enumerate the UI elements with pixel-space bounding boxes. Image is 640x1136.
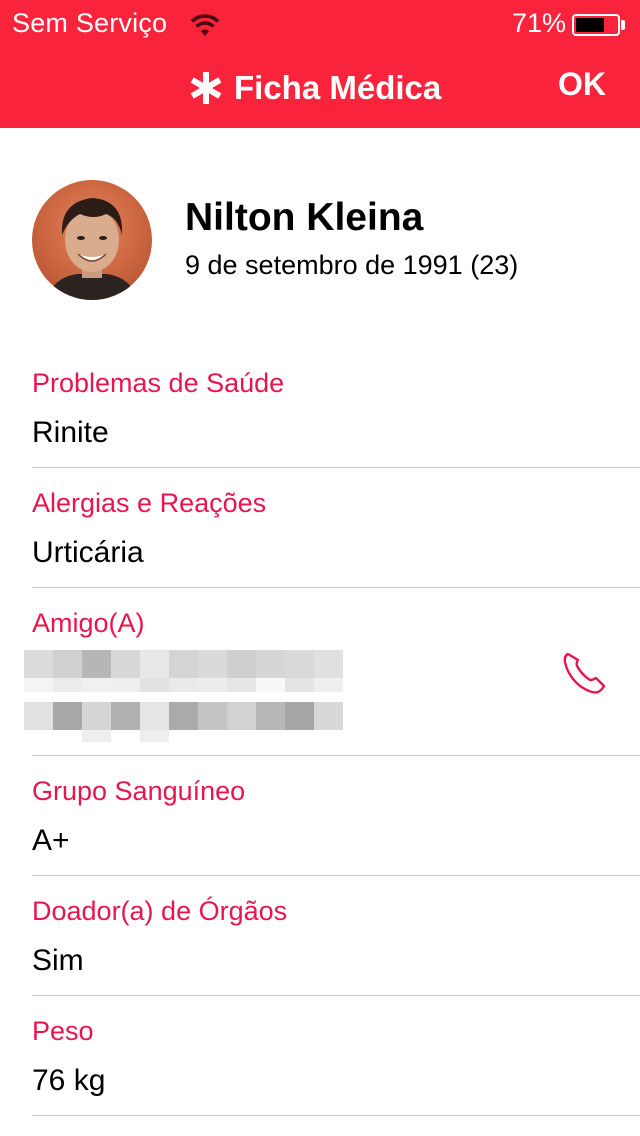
- battery-percent: 71%: [512, 8, 567, 38]
- field-value: A+: [32, 824, 70, 857]
- field-value: Sim: [32, 944, 84, 977]
- field-allergies: Alergias e Reações Urticária: [32, 488, 640, 569]
- phone-icon[interactable]: [560, 648, 608, 696]
- contact-name-redacted: [24, 650, 343, 678]
- profile-dob: 9 de setembro de 1991 (23): [185, 250, 519, 280]
- medical-asterisk-icon: [190, 72, 222, 104]
- field-blood-type: Grupo Sanguíneo A+: [32, 776, 640, 857]
- field-label: Amigo(A): [32, 608, 145, 638]
- field-value: 76 kg: [32, 1064, 106, 1097]
- divider: [32, 995, 640, 996]
- page-title: Ficha Médica: [234, 69, 442, 106]
- field-value: Urticária: [32, 536, 144, 569]
- divider: [32, 1115, 640, 1116]
- contact-name-redacted-row2: [24, 678, 343, 692]
- status-bar: Sem Serviço 71%: [0, 0, 640, 48]
- field-value: Rinite: [32, 416, 109, 449]
- field-label: Grupo Sanguíneo: [32, 776, 246, 806]
- field-health-problems: Problemas de Saúde Rinite: [32, 368, 640, 449]
- carrier-label: Sem Serviço: [12, 8, 168, 38]
- contact-phone-redacted: [24, 702, 343, 730]
- field-label: Problemas de Saúde: [32, 368, 285, 398]
- contact-phone-redacted-row2: [24, 730, 343, 742]
- avatar: [32, 180, 152, 300]
- nav-title-group: Ficha Médica: [188, 66, 441, 110]
- field-weight: Peso 76 kg: [32, 1016, 640, 1097]
- ok-button[interactable]: OK: [558, 66, 606, 103]
- profile-name: Nilton Kleina: [185, 196, 424, 239]
- divider: [32, 467, 640, 468]
- field-label: Peso: [32, 1016, 94, 1046]
- header: Sem Serviço 71% Ficha Médica OK: [0, 0, 640, 128]
- battery-tip: [621, 20, 625, 30]
- battery-icon: [572, 14, 620, 36]
- divider: [32, 875, 640, 876]
- field-emergency-contact: Amigo(A): [32, 608, 640, 648]
- divider: [32, 755, 640, 756]
- field-label: Doador(a) de Órgãos: [32, 896, 288, 926]
- field-organ-donor: Doador(a) de Órgãos Sim: [32, 896, 640, 977]
- field-label: Alergias e Reações: [32, 488, 267, 518]
- divider: [32, 587, 640, 588]
- wifi-icon: [190, 14, 220, 36]
